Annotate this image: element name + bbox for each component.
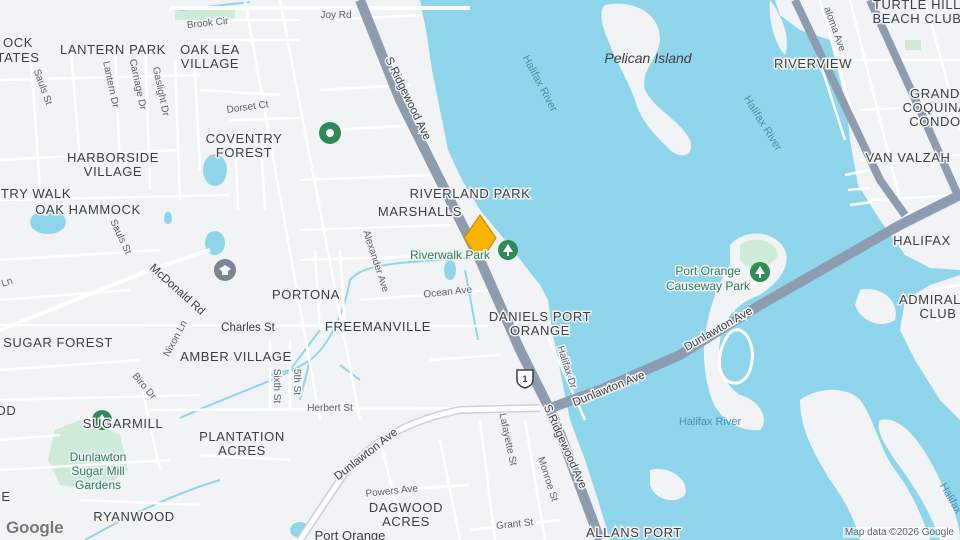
label-causeway-park-1: Port Orange: [675, 264, 741, 278]
label-oak-lea: OAK LEA: [180, 42, 240, 57]
park-tree-icon[interactable]: [498, 240, 518, 260]
label-try-walk: TRY WALK: [1, 186, 71, 201]
street-herbert-st: Herbert St: [307, 403, 353, 414]
label-acres-2: ACRES: [382, 514, 430, 529]
label-amber-village: AMBER VILLAGE: [180, 349, 292, 364]
map-canvas[interactable]: 1 LANTERN PARK OAK LEA VILLAGE OCK TATES…: [0, 0, 960, 540]
label-riverland-park: RIVERLAND PARK: [410, 186, 531, 201]
label-forest: FOREST: [216, 145, 272, 160]
street-joy-rd: Joy Rd: [320, 10, 351, 21]
label-dunlawton-1: Dunlawton: [70, 450, 127, 464]
park-pin-icon[interactable]: [319, 122, 341, 144]
label-condo: CONDO: [909, 114, 960, 129]
label-sugar-forest: SUGAR FOREST: [3, 335, 113, 350]
label-village-2: VILLAGE: [84, 164, 142, 179]
google-logo: Google: [6, 518, 64, 537]
label-beach-club: BEACH CLUB: [872, 11, 960, 26]
label-riverview: RIVERVIEW: [774, 56, 852, 71]
map-attribution[interactable]: Map data ©2026 Google: [842, 527, 956, 538]
label-tates: TATES: [0, 50, 39, 65]
label-oak-hammock: OAK HAMMOCK: [35, 202, 141, 217]
svg-text:1: 1: [522, 374, 527, 384]
label-plantation: PLANTATION: [199, 429, 285, 444]
label-port-orange: Port Orange: [315, 528, 386, 540]
label-grand: GRAND: [910, 86, 960, 101]
label-sugarmill: SUGARMILL: [83, 416, 164, 431]
label-causeway-park-2: Causeway Park: [666, 279, 751, 293]
label-acres: ACRES: [218, 443, 266, 458]
label-club: CLUB: [919, 306, 956, 321]
street-charles-st: Charles St: [221, 322, 275, 334]
street-sixth-st: Sixth St: [271, 369, 282, 404]
label-lantern-park: LANTERN PARK: [60, 42, 166, 57]
label-allans-port: ALLANS PORT: [586, 525, 682, 540]
label-riverwalk-park: Riverwalk Park: [410, 248, 491, 262]
label-marshalls: MARSHALLS: [378, 204, 462, 219]
label-daniels-port: DANIELS PORT: [489, 309, 591, 324]
label-harborside: HARBORSIDE: [67, 150, 159, 165]
label-ock: OCK: [3, 35, 33, 50]
us-1-shield-icon[interactable]: 1: [516, 369, 534, 389]
causeway-tree-icon[interactable]: [750, 262, 770, 282]
pond-6: [444, 260, 456, 280]
label-e: E: [1, 489, 10, 504]
school-pin-icon[interactable]: [214, 259, 236, 281]
label-dunlawton-3: Gardens: [75, 478, 121, 492]
label-van-valzah: VAN VALZAH: [866, 150, 951, 165]
water-halifax-river-3: Halifax River: [679, 416, 742, 428]
label-coventry: COVENTRY: [206, 131, 283, 146]
label-village: VILLAGE: [181, 56, 239, 71]
label-od: OD: [0, 403, 16, 418]
label-orange: ORANGE: [510, 323, 570, 338]
street-5th-st: 5th St: [291, 369, 302, 395]
label-ryanwood: RYANWOOD: [93, 509, 175, 524]
label-coquina: COQUINA: [903, 100, 960, 115]
park-strip-east: [905, 40, 921, 50]
label-pelican-island: Pelican Island: [604, 50, 692, 66]
label-freemanville: FREEMANVILLE: [325, 319, 431, 334]
pond-4: [164, 212, 172, 224]
label-portona: PORTONA: [272, 287, 340, 302]
label-dagwood: DAGWOOD: [369, 500, 443, 515]
label-halifax: HALIFAX: [893, 233, 951, 248]
label-dunlawton-2: Sugar Mill: [71, 464, 124, 478]
label-admiral: ADMIRAL: [899, 292, 960, 307]
